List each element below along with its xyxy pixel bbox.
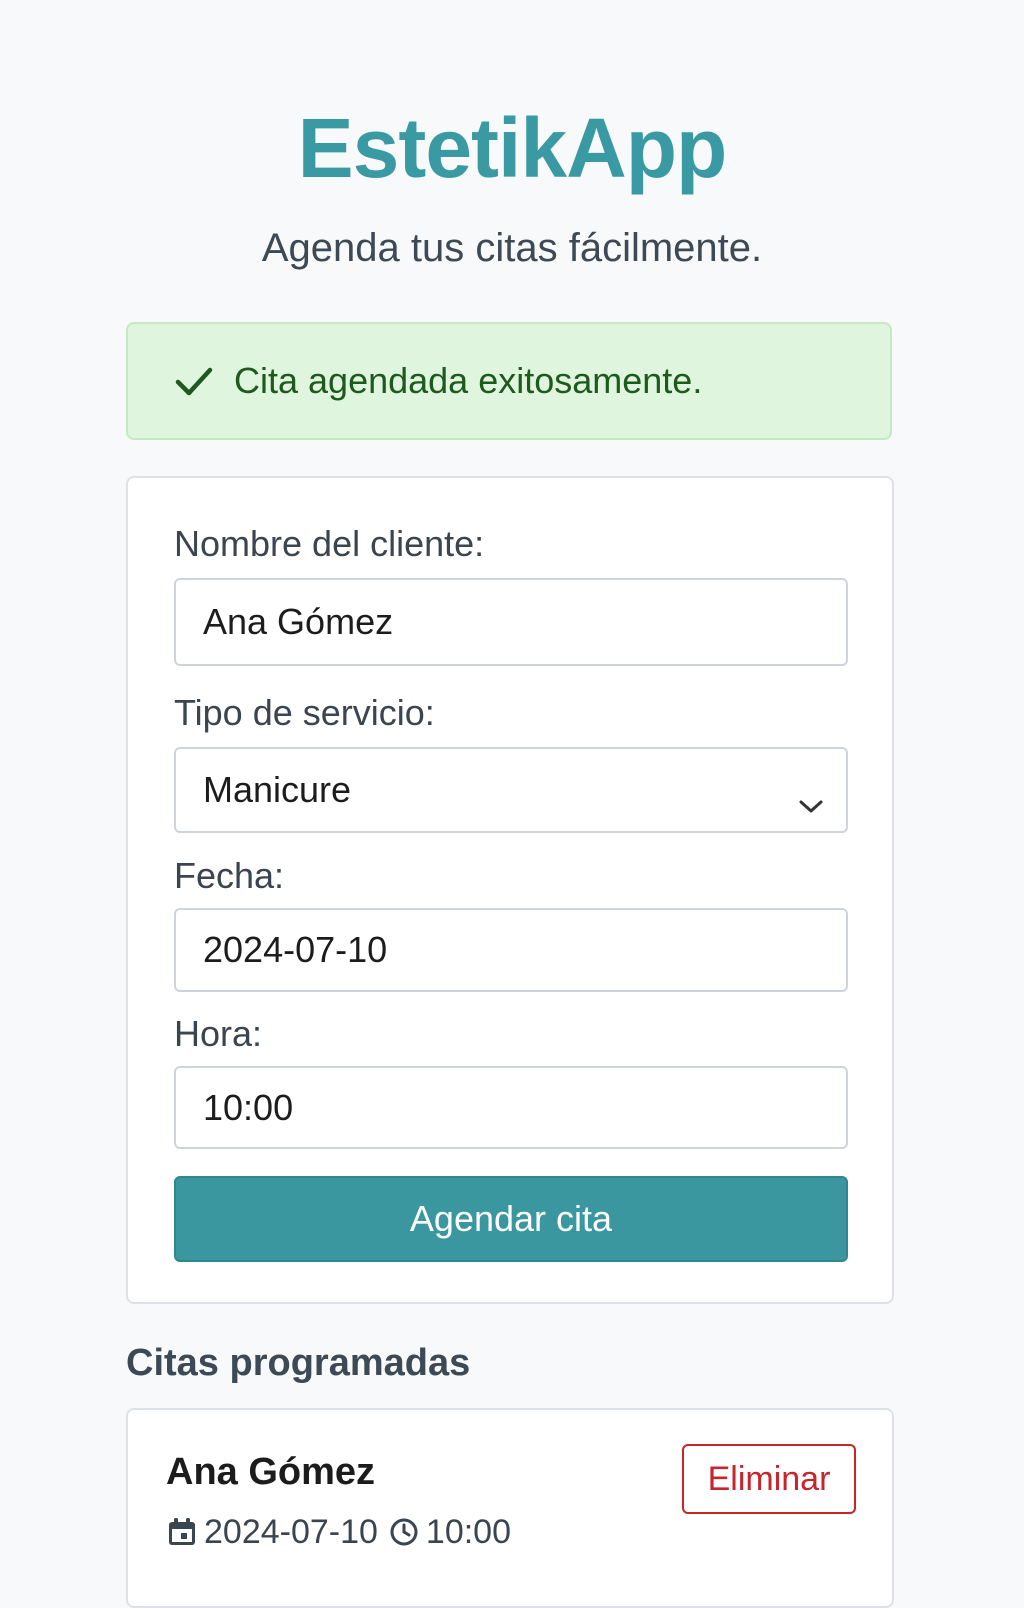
time-label: Hora:: [174, 1013, 263, 1054]
service-type-select[interactable]: Manicure: [174, 747, 848, 833]
appointment-details: 2024-07-10 10:00: [166, 1510, 511, 1554]
check-icon: [174, 361, 214, 401]
app-title: EstetikApp: [297, 101, 728, 195]
appointment-item: Ana Gómez Eliminar 2024-07-10 10:00: [126, 1408, 894, 1608]
service-type-label: Tipo de servicio:: [174, 692, 435, 733]
date-input[interactable]: 2024-07-10: [174, 908, 848, 992]
appointment-time: 10:00: [425, 1513, 512, 1551]
appointment-date: 2024-07-10: [204, 1513, 378, 1551]
service-type-value: Manicure: [203, 769, 352, 810]
appointment-form: Nombre del cliente: Ana Gómez Tipo de se…: [126, 476, 894, 1304]
success-alert: Cita agendada exitosamente.: [126, 322, 892, 440]
success-message: Cita agendada exitosamente.: [234, 360, 703, 401]
appointments-heading: Citas programadas: [126, 1342, 471, 1384]
appointment-client-name: Ana Gómez: [166, 1451, 376, 1493]
clock-icon: [388, 1516, 420, 1548]
schedule-button[interactable]: Agendar cita: [174, 1176, 848, 1262]
client-name-label: Nombre del cliente:: [174, 523, 485, 564]
delete-button[interactable]: Eliminar: [682, 1444, 856, 1514]
calendar-icon: [166, 1516, 198, 1548]
time-input[interactable]: 10:00: [174, 1066, 848, 1149]
chevron-down-icon: [798, 782, 824, 813]
client-name-input[interactable]: Ana Gómez: [174, 578, 848, 666]
date-label: Fecha:: [174, 855, 285, 896]
app-subtitle: Agenda tus citas fácilmente.: [261, 226, 763, 270]
